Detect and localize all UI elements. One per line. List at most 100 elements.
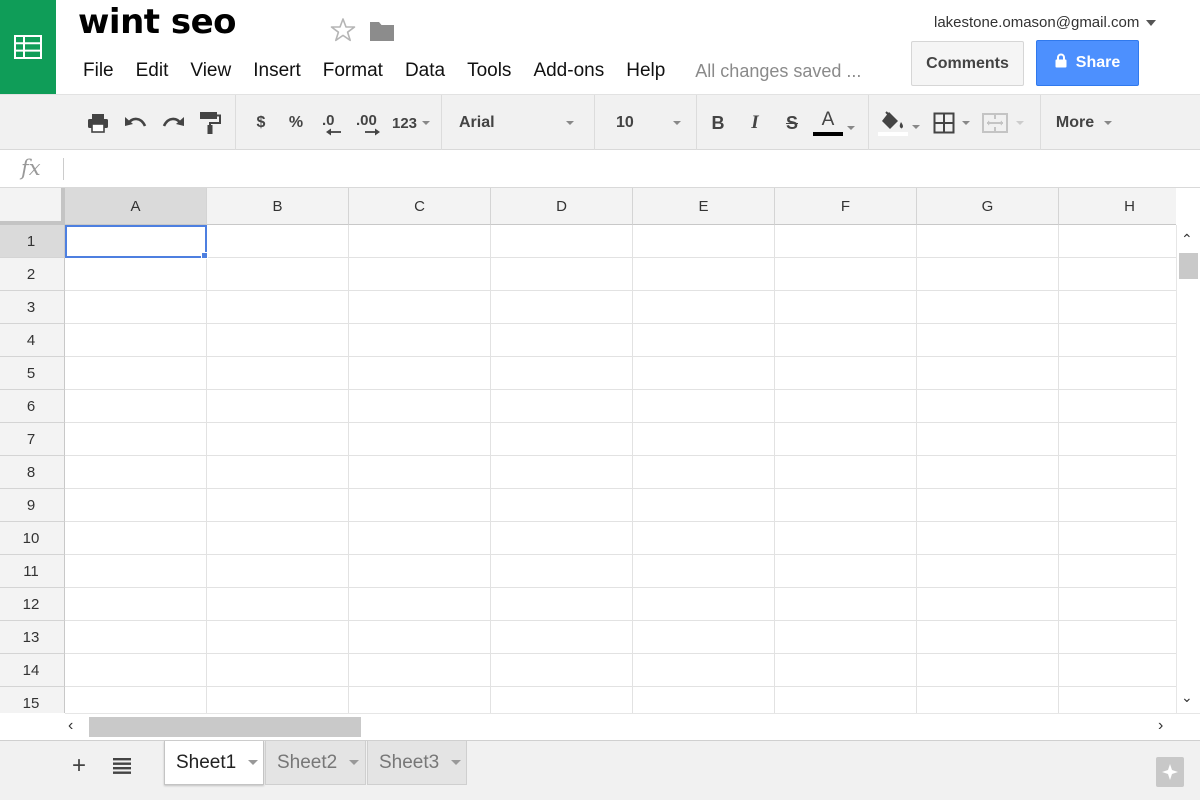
more-button[interactable]: More [1046,95,1122,151]
fill-handle[interactable] [201,252,208,259]
row-header-9[interactable]: 9 [0,489,65,522]
cell-b9[interactable] [207,489,349,522]
cell-h10[interactable] [1059,522,1176,555]
cell-b1[interactable] [207,225,349,258]
row-header-6[interactable]: 6 [0,390,65,423]
cell-d2[interactable] [491,258,633,291]
cell-d14[interactable] [491,654,633,687]
cell-b10[interactable] [207,522,349,555]
row-header-7[interactable]: 7 [0,423,65,456]
column-header-f[interactable]: F [775,188,917,225]
column-header-e[interactable]: E [633,188,775,225]
cell-g9[interactable] [917,489,1059,522]
chevron-down-icon[interactable] [451,760,462,765]
row-header-4[interactable]: 4 [0,324,65,357]
row-header-14[interactable]: 14 [0,654,65,687]
cell-f14[interactable] [775,654,917,687]
decrease-decimal-button[interactable]: .0 [318,95,346,151]
cell-c1[interactable] [349,225,491,258]
horizontal-scroll-thumb[interactable] [89,717,361,737]
cell-h11[interactable] [1059,555,1176,588]
cell-h13[interactable] [1059,621,1176,654]
cell-f4[interactable] [775,324,917,357]
sheets-logo-icon[interactable] [0,0,56,94]
redo-icon[interactable] [160,95,186,151]
cell-b13[interactable] [207,621,349,654]
scroll-up-icon[interactable]: ⌃ [1181,231,1193,248]
row-header-13[interactable]: 13 [0,621,65,654]
cell-h5[interactable] [1059,357,1176,390]
cell-h9[interactable] [1059,489,1176,522]
row-header-10[interactable]: 10 [0,522,65,555]
cell-e3[interactable] [633,291,775,324]
merge-cells-button[interactable] [978,95,1028,151]
cell-d1[interactable] [491,225,633,258]
cell-h12[interactable] [1059,588,1176,621]
cell-a15[interactable] [65,687,207,713]
cell-e6[interactable] [633,390,775,423]
cell-a1[interactable] [65,225,207,258]
menu-edit[interactable]: Edit [125,58,180,84]
cell-e15[interactable] [633,687,775,713]
sheet-tab-sheet2[interactable]: Sheet2 [265,741,366,785]
document-title[interactable]: wint seo [78,2,237,42]
cell-b3[interactable] [207,291,349,324]
cell-d11[interactable] [491,555,633,588]
cell-f11[interactable] [775,555,917,588]
undo-icon[interactable] [123,95,149,151]
star-icon[interactable] [330,17,356,43]
account-email[interactable]: lakestone.omason@gmail.com [934,14,1139,31]
cell-g8[interactable] [917,456,1059,489]
cell-c14[interactable] [349,654,491,687]
chevron-down-icon[interactable] [248,760,259,765]
cell-e13[interactable] [633,621,775,654]
formula-input[interactable] [72,156,1172,182]
cell-b7[interactable] [207,423,349,456]
cell-f3[interactable] [775,291,917,324]
cell-e11[interactable] [633,555,775,588]
cell-f7[interactable] [775,423,917,456]
cell-f6[interactable] [775,390,917,423]
cell-f15[interactable] [775,687,917,713]
scroll-left-icon[interactable]: ‹ [68,717,73,735]
row-header-11[interactable]: 11 [0,555,65,588]
row-header-12[interactable]: 12 [0,588,65,621]
cell-h15[interactable] [1059,687,1176,713]
column-header-h[interactable]: H [1059,188,1176,225]
cell-g12[interactable] [917,588,1059,621]
bold-button[interactable]: B [706,95,730,151]
cell-d8[interactable] [491,456,633,489]
explore-button[interactable] [1156,757,1184,787]
menu-file[interactable]: File [72,58,125,84]
menu-tools[interactable]: Tools [456,58,522,84]
cell-a9[interactable] [65,489,207,522]
cell-c15[interactable] [349,687,491,713]
fill-color-button[interactable] [875,95,923,151]
column-header-d[interactable]: D [491,188,633,225]
vertical-scroll-thumb[interactable] [1179,253,1198,279]
column-header-b[interactable]: B [207,188,349,225]
cell-g5[interactable] [917,357,1059,390]
cell-a12[interactable] [65,588,207,621]
folder-icon[interactable] [369,19,395,43]
cell-e1[interactable] [633,225,775,258]
cell-g7[interactable] [917,423,1059,456]
cell-b8[interactable] [207,456,349,489]
strikethrough-button[interactable]: S [780,95,804,151]
font-family-dropdown[interactable]: Arial [452,95,584,151]
cell-d3[interactable] [491,291,633,324]
cell-f1[interactable] [775,225,917,258]
cell-d6[interactable] [491,390,633,423]
cell-f13[interactable] [775,621,917,654]
cell-g13[interactable] [917,621,1059,654]
cell-a7[interactable] [65,423,207,456]
cell-a5[interactable] [65,357,207,390]
save-status[interactable]: All changes saved ... [695,61,861,82]
cell-h2[interactable] [1059,258,1176,291]
cell-a11[interactable] [65,555,207,588]
cell-c8[interactable] [349,456,491,489]
menu-add-ons[interactable]: Add-ons [522,58,615,84]
cell-e9[interactable] [633,489,775,522]
cell-e12[interactable] [633,588,775,621]
cell-a2[interactable] [65,258,207,291]
